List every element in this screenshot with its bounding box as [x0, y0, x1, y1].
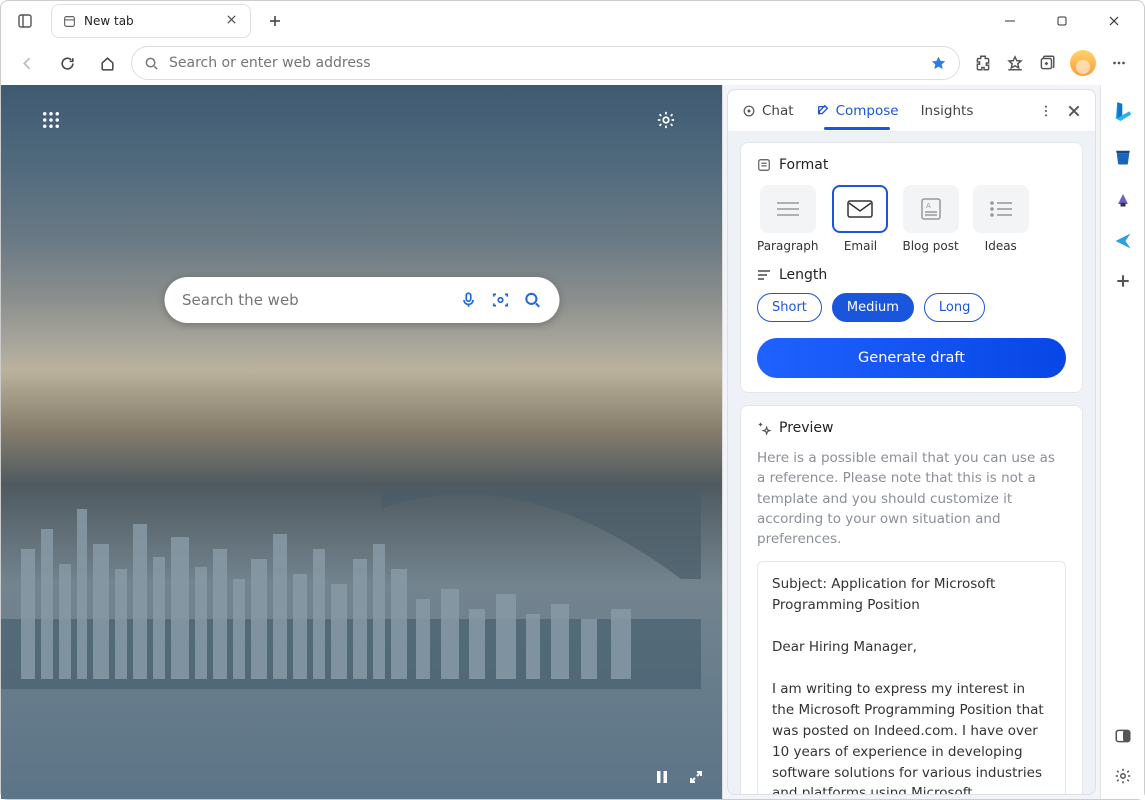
- tab-favicon-icon: [62, 14, 76, 28]
- preview-intro-text: Here is a possible email that you can us…: [757, 448, 1066, 549]
- extensions-icon[interactable]: [974, 54, 992, 72]
- length-icon: [757, 269, 771, 281]
- collections-icon[interactable]: [1038, 54, 1056, 72]
- bing-logo-icon[interactable]: [1110, 99, 1136, 125]
- new-tab-page: [1, 85, 722, 799]
- tab-title: New tab: [84, 14, 218, 28]
- page-settings-icon[interactable]: [656, 110, 676, 130]
- refresh-button[interactable]: [51, 47, 83, 79]
- pause-button[interactable]: [654, 769, 670, 785]
- window-close-button[interactable]: [1100, 7, 1128, 35]
- web-search-box[interactable]: [164, 277, 559, 323]
- length-medium[interactable]: Medium: [832, 293, 914, 322]
- favorites-icon[interactable]: [1006, 54, 1024, 72]
- favorite-star-icon[interactable]: [930, 55, 947, 72]
- games-icon[interactable]: [1113, 189, 1133, 209]
- image-search-icon[interactable]: [491, 291, 509, 309]
- tab-actions-icon[interactable]: [9, 5, 41, 37]
- window-minimize-button[interactable]: [996, 7, 1024, 35]
- format-ideas[interactable]: Ideas: [973, 185, 1029, 253]
- expand-button[interactable]: [688, 769, 704, 785]
- settings-gear-icon[interactable]: [1114, 767, 1132, 785]
- generate-draft-button[interactable]: Generate draft: [757, 338, 1066, 378]
- vertical-sidebar: [1100, 85, 1144, 799]
- new-tab-button[interactable]: [261, 7, 289, 35]
- format-email[interactable]: Email: [832, 185, 888, 253]
- tab-insights[interactable]: Insights: [921, 103, 974, 119]
- format-label: Format: [779, 157, 828, 173]
- sidepanel-close-icon[interactable]: [1067, 104, 1081, 118]
- tab-chat-label: Chat: [762, 103, 794, 119]
- format-paragraph[interactable]: Paragraph: [757, 185, 818, 253]
- address-input[interactable]: [169, 55, 920, 71]
- length-short[interactable]: Short: [757, 293, 822, 322]
- svg-text:A: A: [926, 202, 931, 210]
- format-card: Format Paragraph Email A Blog post: [740, 142, 1083, 393]
- apps-grid-icon[interactable]: [41, 110, 61, 130]
- length-long[interactable]: Long: [924, 293, 985, 322]
- shopping-icon[interactable]: [1113, 147, 1133, 167]
- voice-search-icon[interactable]: [459, 291, 477, 309]
- browser-tab[interactable]: New tab: [51, 4, 251, 38]
- sidepanel-tabs: Chat Compose Insights: [728, 90, 1095, 132]
- send-icon[interactable]: [1113, 231, 1133, 251]
- tab-compose-label: Compose: [836, 103, 899, 119]
- length-label: Length: [779, 267, 827, 283]
- tab-chat[interactable]: Chat: [742, 103, 794, 119]
- window-maximize-button[interactable]: [1048, 7, 1076, 35]
- background-image: [1, 489, 701, 689]
- tab-close-icon[interactable]: [226, 14, 240, 28]
- search-submit-icon[interactable]: [523, 291, 541, 309]
- browser-toolbar: [1, 41, 1144, 85]
- compose-icon: [816, 104, 830, 118]
- chat-icon: [742, 104, 756, 118]
- search-icon: [144, 56, 159, 71]
- window-titlebar: New tab: [1, 1, 1144, 41]
- back-button[interactable]: [11, 47, 43, 79]
- preview-card: Preview Here is a possible email that yo…: [740, 405, 1083, 794]
- preview-label: Preview: [779, 420, 834, 436]
- home-button[interactable]: [91, 47, 123, 79]
- preview-body-text[interactable]: Subject: Application for Microsoft Progr…: [757, 561, 1066, 794]
- more-menu-icon[interactable]: [1110, 54, 1128, 72]
- sidepanel-more-icon[interactable]: [1039, 104, 1053, 118]
- sidebar-toggle-icon[interactable]: [1114, 727, 1132, 745]
- tab-insights-label: Insights: [921, 103, 974, 119]
- tab-compose[interactable]: Compose: [816, 103, 899, 119]
- format-icon: [757, 158, 771, 172]
- web-search-input[interactable]: [182, 291, 445, 309]
- sparkle-icon: [757, 421, 771, 435]
- add-sidebar-icon[interactable]: [1115, 273, 1131, 289]
- profile-avatar[interactable]: [1070, 50, 1096, 76]
- address-bar[interactable]: [131, 46, 960, 80]
- sidebar-panel: Chat Compose Insights Format: [722, 85, 1100, 799]
- format-blog[interactable]: A Blog post: [902, 185, 958, 253]
